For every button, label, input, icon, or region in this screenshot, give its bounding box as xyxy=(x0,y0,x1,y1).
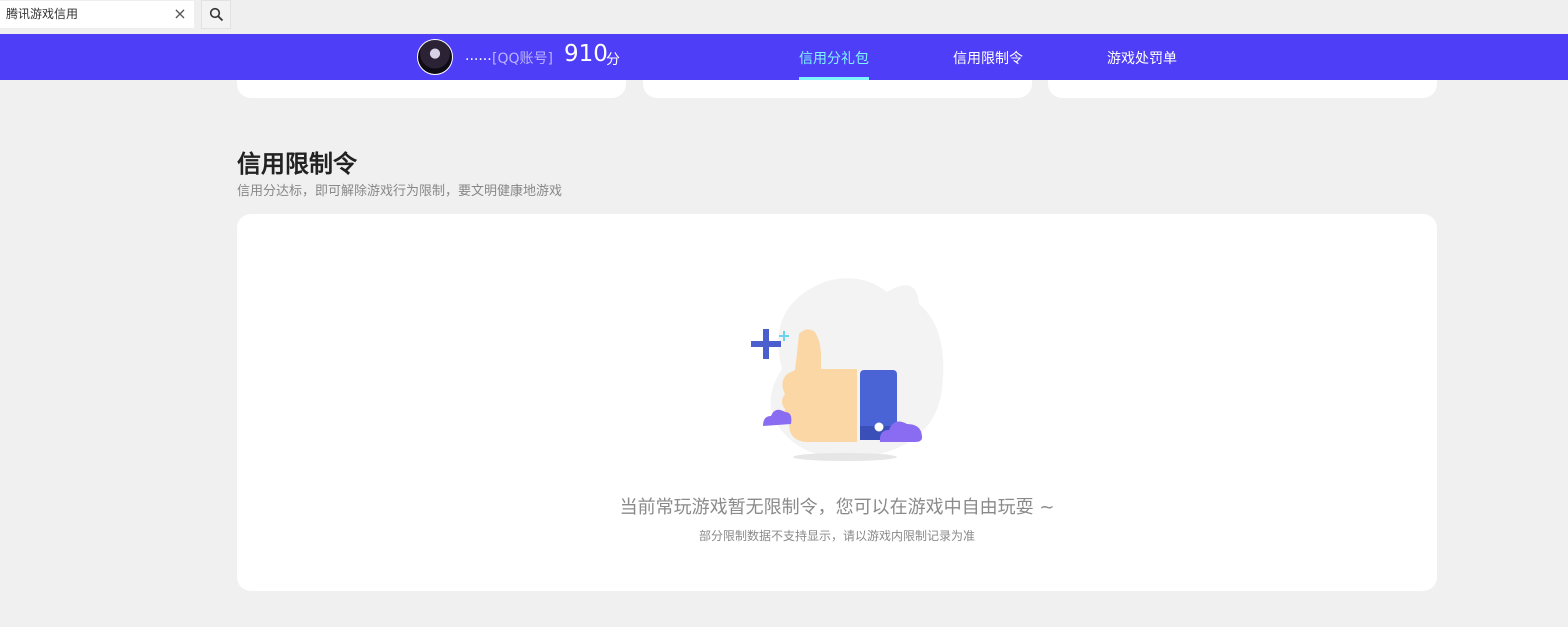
restriction-panel: 当前常玩游戏暂无限制令，您可以在游戏中自由玩耍 ~ 部分限制数据不支持显示，请以… xyxy=(237,214,1437,591)
tab-credit-restriction[interactable]: 信用限制令 xyxy=(953,48,1023,68)
empty-state-note: 部分限制数据不支持显示，请以游戏内限制记录为准 xyxy=(698,529,975,543)
search-input-value: 腾讯游戏信用 xyxy=(6,7,79,21)
account-type: [QQ账号] xyxy=(492,51,553,67)
top-nav: ...... [QQ账号] 910 分 信用分礼包 信用限制令 游戏处罚单 xyxy=(0,34,1568,80)
section-subtitle: 信用分达标，即可解除游戏行为限制，要文明健康地游戏 xyxy=(237,184,563,199)
section-title: 信用限制令 xyxy=(237,150,357,178)
search-input[interactable]: 腾讯游戏信用 xyxy=(0,1,194,28)
gift-card[interactable] xyxy=(643,80,1032,98)
user-name: ...... xyxy=(465,48,492,64)
thumbs-up-icon xyxy=(751,278,944,461)
credit-score: 910 xyxy=(564,41,608,67)
tab-credit-gift[interactable]: 信用分礼包 xyxy=(799,48,869,68)
credit-score-unit: 分 xyxy=(606,52,620,68)
search-bar: 腾讯游戏信用 × xyxy=(0,0,1568,34)
avatar[interactable] xyxy=(417,39,453,75)
gift-card[interactable] xyxy=(1048,80,1437,98)
close-icon[interactable]: × xyxy=(172,0,188,27)
search-icon xyxy=(209,7,224,22)
tab-game-penalty[interactable]: 游戏处罚单 xyxy=(1107,48,1177,68)
search-button[interactable] xyxy=(201,0,231,29)
empty-state-title: 当前常玩游戏暂无限制令，您可以在游戏中自由玩耍 ~ xyxy=(619,497,1055,518)
gift-card[interactable] xyxy=(237,80,626,98)
